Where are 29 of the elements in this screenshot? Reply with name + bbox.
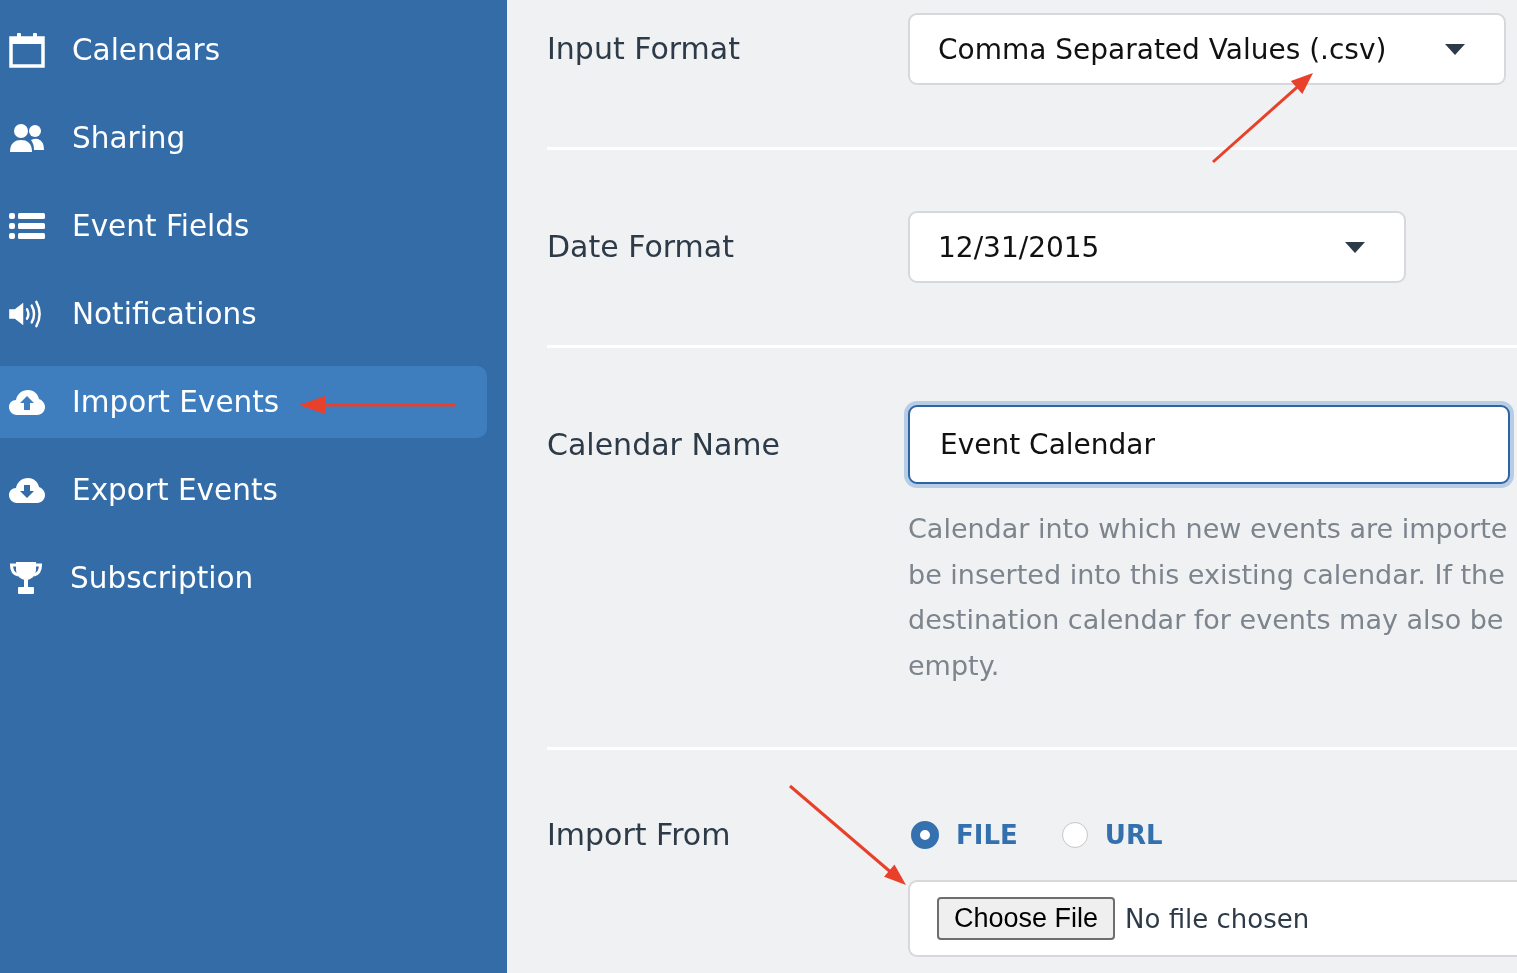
- choose-file-button[interactable]: Choose File: [937, 897, 1116, 940]
- sidebar-item[interactable]: Sharing: [0, 102, 487, 174]
- field-label: Input Format: [547, 30, 740, 68]
- field-label: Import From: [547, 816, 731, 854]
- trophy-icon: [9, 561, 43, 595]
- users-icon: [9, 123, 45, 153]
- calendar-icon: [9, 32, 45, 68]
- radio-button[interactable]: [1061, 822, 1088, 848]
- dropdown-select[interactable]: 12/31/2015: [908, 211, 1406, 283]
- file-picker-field[interactable]: Choose File No file chosen: [908, 880, 1517, 957]
- sidebar-item[interactable]: Import Events: [0, 366, 487, 438]
- sidebar-item[interactable]: Event Fields: [0, 190, 487, 262]
- sidebar-item[interactable]: Subscription: [0, 542, 487, 614]
- sidebar-item[interactable]: Export Events: [0, 454, 487, 526]
- field-label: Date Format: [547, 228, 734, 266]
- sidebar-item[interactable]: Calendars: [0, 14, 487, 86]
- cloud-download-icon: [9, 477, 45, 503]
- field-label: Calendar Name: [547, 426, 780, 464]
- caret-down-icon: [1445, 43, 1465, 55]
- caret-down-icon: [1345, 241, 1365, 253]
- sidebar-item[interactable]: Notifications: [0, 278, 487, 350]
- help-text: Calendar into which new events are importe be inserted into this existing calendar. If the destination calendar for events may also be empty.: [908, 512, 1508, 683]
- radio-label[interactable]: FILE: [956, 820, 1018, 850]
- cloud-upload-icon: [9, 389, 45, 415]
- radio-button[interactable]: [911, 821, 939, 849]
- list-icon: [9, 212, 45, 240]
- radio-label[interactable]: URL: [1104, 820, 1163, 850]
- dropdown-select[interactable]: Comma Separated Values (.csv): [908, 13, 1506, 85]
- file-status-text: No file chosen: [1125, 903, 1310, 934]
